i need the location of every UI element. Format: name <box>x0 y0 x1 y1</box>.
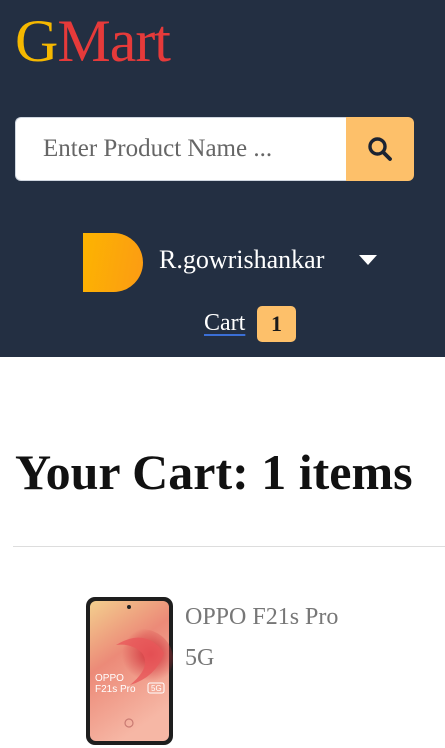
caret-down-icon[interactable] <box>359 255 377 266</box>
cart-link[interactable]: Cart <box>204 309 245 337</box>
avatar <box>83 233 143 292</box>
logo[interactable]: GMart <box>15 8 171 74</box>
page-title-prefix: Your Cart: <box>15 444 262 500</box>
search-bar <box>15 117 414 181</box>
search-input[interactable] <box>15 117 347 181</box>
product-image-badge: 5G <box>151 684 162 693</box>
product-image-model: F21s Pro <box>95 684 136 695</box>
product-image[interactable]: OPPO F21s Pro 5G <box>86 597 173 745</box>
search-button[interactable] <box>346 117 414 181</box>
user-menu[interactable]: R.gowrishankar <box>83 233 383 292</box>
cart-count-badge: 1 <box>257 306 296 342</box>
username: R.gowrishankar <box>159 245 325 274</box>
page-title-count: 1 items <box>261 444 413 500</box>
divider <box>13 546 445 547</box>
logo-text-mart: Mart <box>57 8 171 74</box>
header: GMart R.gowrishankar Cart 1 <box>0 0 445 357</box>
product-name[interactable]: OPPO F21s Pro 5G <box>185 597 355 679</box>
page-title: Your Cart: 1 items <box>15 444 413 500</box>
product-image-brand: OPPO <box>95 673 124 684</box>
logo-letter-g: G <box>15 8 58 74</box>
search-icon <box>368 137 392 161</box>
